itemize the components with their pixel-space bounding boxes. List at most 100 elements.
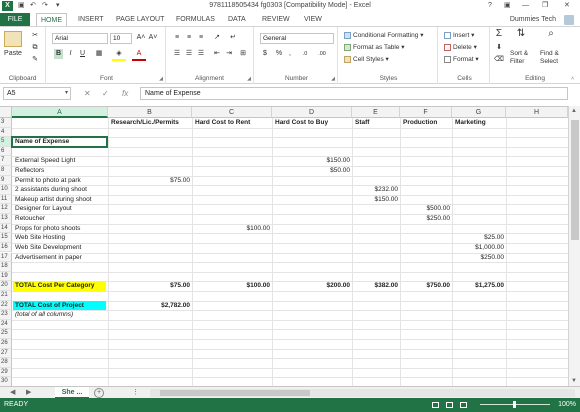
bottom-align-icon[interactable]: ≡ (196, 33, 206, 43)
expense-amount-f[interactable]: $500.00 (401, 204, 451, 214)
expense-amount-c[interactable]: $100.00 (193, 224, 271, 234)
wrap-text-icon[interactable]: ↵ (228, 33, 238, 43)
clear-icon[interactable]: ⌫ (494, 55, 504, 65)
row-header-8[interactable]: 8 (0, 166, 12, 176)
column-header-h[interactable]: H (506, 107, 568, 118)
add-sheet-button[interactable]: + (94, 388, 104, 398)
row-header-17[interactable]: 17 (0, 252, 12, 263)
conditional-formatting-button[interactable]: Conditional Formatting ▾ (344, 31, 423, 41)
decrease-decimal-button[interactable]: .00 (314, 49, 330, 59)
expense-amount-f[interactable]: $250.00 (401, 214, 451, 224)
total-per-category-c[interactable]: $100.00 (193, 281, 271, 291)
increase-indent-icon[interactable]: ⇥ (224, 49, 234, 59)
expense-name[interactable]: Reflectors (13, 166, 140, 176)
total-per-category-d[interactable]: $200.00 (273, 281, 351, 291)
expense-name[interactable]: External Speed Light (13, 156, 140, 166)
sheet-next-icon[interactable]: ▶ (26, 388, 31, 398)
sheet-tab-splitter-icon[interactable]: ⋮ (132, 388, 139, 398)
tab-formulas[interactable]: FORMULAS (176, 13, 215, 26)
paste-icon[interactable] (4, 31, 22, 47)
row-header-10[interactable]: 10 (0, 185, 12, 195)
find-select-icon[interactable]: ⌕ (542, 29, 560, 39)
sort-filter-icon[interactable]: ⇅ (512, 29, 530, 39)
tab-home[interactable]: HOME (36, 13, 67, 26)
row-header-25[interactable]: 25 (0, 329, 12, 339)
tab-data[interactable]: DATA (228, 13, 246, 26)
row-header-18[interactable]: 18 (0, 262, 12, 272)
italic-button[interactable]: I (66, 49, 75, 59)
column-header-b[interactable]: B (108, 107, 192, 118)
number-format-select[interactable]: General (260, 33, 334, 44)
expense-name[interactable]: Web Site Development (13, 243, 140, 253)
zoom-slider-knob[interactable] (513, 401, 516, 408)
enter-formula-icon[interactable]: ✓ (102, 88, 109, 99)
horizontal-scroll-thumb[interactable] (160, 390, 310, 396)
expense-name[interactable]: Props for photo shoots (13, 224, 140, 234)
horizontal-scrollbar[interactable] (150, 389, 575, 397)
expense-amount-g[interactable]: $25.00 (453, 233, 504, 243)
total-per-category-e[interactable]: $382.00 (353, 281, 399, 291)
expense-name[interactable]: Makeup artist during shoot (13, 195, 140, 205)
align-left-icon[interactable]: ☰ (172, 49, 182, 59)
total-per-category-b[interactable]: $75.00 (109, 281, 190, 291)
row-header-12[interactable]: 12 (0, 204, 12, 215)
column-header-g[interactable]: G (452, 107, 506, 118)
sheet-prev-icon[interactable]: ◀ (10, 388, 15, 398)
expense-name[interactable]: Retoucher (13, 214, 140, 224)
column-header-a[interactable]: A (12, 107, 108, 118)
row-header-21[interactable]: 21 (0, 290, 12, 301)
alignment-dialog-launcher-icon[interactable]: ◢ (247, 76, 251, 82)
zoom-slider[interactable] (480, 401, 550, 408)
row-header-24[interactable]: 24 (0, 319, 12, 330)
help-button[interactable]: ? (488, 1, 492, 11)
merge-center-icon[interactable]: ⊞ (238, 49, 248, 59)
format-as-table-button[interactable]: Format as Table ▾ (344, 43, 405, 53)
row-header-26[interactable]: 26 (0, 338, 12, 349)
page-layout-view-icon[interactable] (446, 402, 453, 408)
autosum-button[interactable]: Σ (494, 29, 504, 39)
tab-review[interactable]: REVIEW (262, 13, 290, 26)
vertical-scrollbar[interactable]: ▲ ▼ (568, 106, 580, 386)
insert-function-icon[interactable]: fx (122, 88, 128, 99)
row-header-7[interactable]: 7 (0, 156, 12, 167)
column-header-e[interactable]: E (352, 107, 400, 118)
row-header-28[interactable]: 28 (0, 358, 12, 368)
expense-name[interactable]: Advertisement in paper (13, 253, 140, 263)
sort-filter-label-2[interactable]: Filter (510, 57, 524, 67)
row-header-6[interactable]: 6 (0, 146, 12, 157)
expense-amount-e[interactable]: $232.00 (353, 185, 399, 195)
align-center-icon[interactable]: ☰ (184, 49, 194, 59)
expense-amount-g[interactable]: $250.00 (453, 253, 505, 263)
shrink-font-button[interactable]: A˅ (148, 33, 158, 43)
expense-amount-d[interactable]: $50.00 (273, 166, 350, 176)
cell-styles-button[interactable]: Cell Styles ▾ (344, 55, 389, 65)
top-align-icon[interactable]: ≡ (172, 33, 182, 43)
row-header-29[interactable]: 29 (0, 367, 12, 378)
row-header-9[interactable]: 9 (0, 175, 12, 186)
number-dialog-launcher-icon[interactable]: ◢ (331, 76, 335, 82)
row-header-3[interactable]: 3 (0, 118, 12, 128)
scroll-down-icon[interactable]: ▼ (571, 378, 577, 384)
user-name[interactable]: Dummies Tech (510, 13, 556, 26)
find-select-label-2[interactable]: Select (540, 57, 558, 67)
row-header-22[interactable]: 22 (0, 300, 12, 311)
expense-amount-d[interactable]: $150.00 (273, 156, 351, 166)
expense-amount-g[interactable]: $1,000.00 (453, 243, 504, 253)
cut-icon[interactable]: ✂ (30, 31, 40, 41)
column-header-d[interactable]: D (272, 107, 352, 118)
font-family-select[interactable]: Arial (52, 33, 108, 44)
delete-cells-button[interactable]: Delete ▾ (444, 43, 477, 53)
increase-decimal-button[interactable]: .0 (298, 49, 312, 59)
insert-cells-button[interactable]: Insert ▾ (444, 31, 474, 41)
row-header-15[interactable]: 15 (0, 233, 12, 243)
tab-insert[interactable]: INSERT (78, 13, 104, 26)
avatar[interactable] (564, 15, 574, 25)
row-header-19[interactable]: 19 (0, 271, 12, 282)
row-header-13[interactable]: 13 (0, 214, 12, 224)
cancel-formula-icon[interactable]: ✕ (84, 88, 91, 99)
name-box[interactable]: A5 ▾ (3, 87, 71, 100)
total-per-category-g[interactable]: $1,275.00 (453, 281, 504, 291)
fill-color-icon[interactable]: ◈ (112, 49, 126, 61)
expense-amount-e[interactable]: $150.00 (353, 195, 399, 205)
row-header-30[interactable]: 30 (0, 377, 12, 386)
